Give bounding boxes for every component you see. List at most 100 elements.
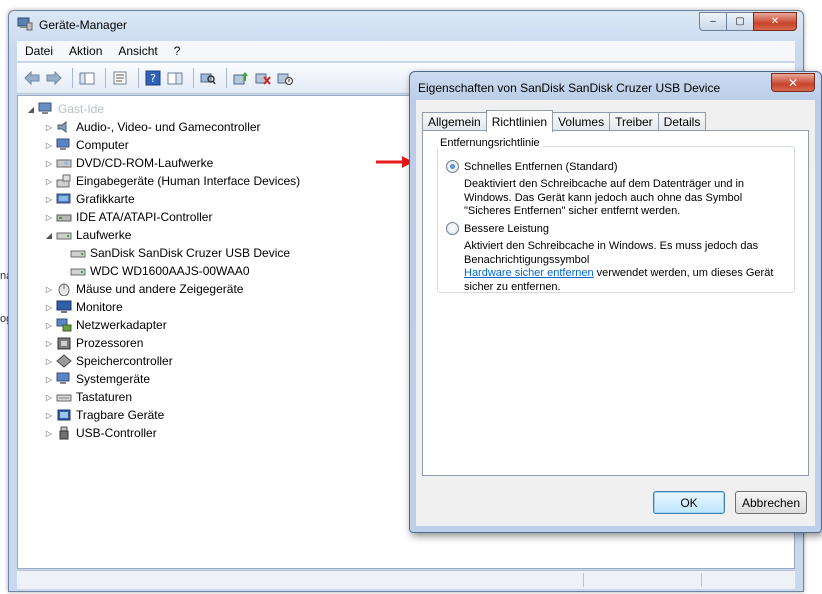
uninstall-button[interactable] [254, 69, 272, 87]
tab-panel-richtlinien: Schnelles Entfernen (Standard) Deaktivie… [422, 130, 809, 476]
tab-treiber[interactable]: Treiber [609, 112, 659, 131]
tree-root[interactable]: ◢ Gast-Ide [26, 100, 104, 118]
expand-arrow-icon[interactable]: ▷ [44, 177, 54, 186]
close-button[interactable]: ✕ [753, 12, 797, 31]
tab-strip: Allgemein Richtlinien Volumes Treiber De… [422, 110, 707, 132]
safely-remove-hardware-link[interactable]: Hardware sicher entfernen [464, 267, 594, 279]
disable-device-icon [277, 73, 293, 85]
console-tree-icon [79, 72, 95, 85]
tree-item-label: Speichercontroller [76, 354, 173, 368]
better-performance-label[interactable]: Bessere Leistung [464, 223, 549, 235]
expand-arrow-icon[interactable]: ▷ [44, 141, 54, 150]
view-button[interactable] [166, 69, 184, 87]
tab-volumes[interactable]: Volumes [552, 112, 611, 131]
quick-removal-radio[interactable] [446, 160, 459, 173]
ok-button[interactable]: OK [653, 491, 725, 514]
expand-arrow-icon[interactable]: ▷ [44, 159, 54, 168]
removal-policy-group: Schnelles Entfernen (Standard) Deaktivie… [437, 146, 795, 293]
update-driver-button[interactable] [232, 69, 250, 87]
tree-category-item[interactable]: ▷ USB-Controller [44, 424, 157, 442]
tree-category-item[interactable]: ▷ Netzwerkadapter [44, 316, 167, 334]
dialog-close-button[interactable]: ✕ [771, 73, 815, 92]
tree-category-item[interactable]: ▷ Grafikkarte [44, 190, 135, 208]
keyboard-icon [56, 394, 72, 402]
expand-arrow-icon[interactable]: ▷ [44, 411, 54, 420]
toolbar-separator [226, 68, 227, 88]
tree-category-item[interactable]: ▷ Systemgeräte [44, 370, 150, 388]
tree-category-item[interactable]: ▷ Eingabegeräte (Human Interface Devices) [44, 172, 300, 190]
tab-allgemein[interactable]: Allgemein [422, 112, 487, 131]
expand-arrow-icon[interactable]: ▷ [44, 393, 54, 402]
expand-arrow-icon[interactable]: ▷ [44, 375, 54, 384]
tree-category-item[interactable]: ▷ Monitore [44, 298, 123, 316]
tab-details[interactable]: Details [657, 112, 707, 131]
maximize-button[interactable]: ▢ [726, 12, 754, 31]
better-performance-option[interactable]: Bessere Leistung [446, 222, 549, 235]
svg-text:?: ? [150, 72, 156, 85]
tree-category-item[interactable]: ▷ Computer [44, 136, 129, 154]
status-separator [701, 573, 702, 587]
monitor-icon [56, 300, 72, 313]
tree-category-item[interactable]: ▷ Tastaturen [44, 388, 132, 406]
quick-removal-option[interactable]: Schnelles Entfernen (Standard) [446, 160, 617, 173]
collapse-arrow-icon[interactable]: ◢ [44, 231, 54, 240]
description-line: Benachrichtigungssymbol [464, 253, 590, 266]
menu-help[interactable]: ? [166, 44, 189, 58]
mouse-icon [58, 283, 70, 296]
ide-controller-icon [56, 214, 72, 222]
menu-aktion[interactable]: Aktion [61, 44, 110, 58]
title-bar[interactable]: Geräte-Manager – ▢ ✕ [9, 11, 803, 39]
tree-item-label: Tragbare Geräte [76, 408, 165, 422]
collapse-arrow-icon[interactable]: ◢ [26, 105, 36, 114]
expand-arrow-icon[interactable]: ▷ [44, 303, 54, 312]
tab-richtlinien[interactable]: Richtlinien [485, 110, 554, 132]
expand-arrow-icon[interactable]: ▷ [44, 285, 54, 294]
expand-arrow-icon[interactable]: ▷ [44, 195, 54, 204]
tree-item-label: SanDisk SanDisk Cruzer USB Device [90, 246, 291, 260]
disk-drive-icon [70, 268, 86, 276]
tree-child-item[interactable]: WDC WD1600AAJS-00WAA0 [70, 262, 250, 280]
tree-category-item[interactable]: ◢ Laufwerke [44, 226, 131, 244]
forward-button[interactable] [45, 69, 63, 87]
tree-category-item[interactable]: ▷ Mäuse und andere Zeigegeräte [44, 280, 243, 298]
properties-button[interactable] [111, 69, 129, 87]
disable-button[interactable] [276, 69, 294, 87]
tree-item-label: Audio-, Video- und Gamecontroller [76, 120, 261, 134]
quick-removal-label[interactable]: Schnelles Entfernen (Standard) [464, 161, 617, 173]
tree-category-item[interactable]: ▷ Audio-, Video- und Gamecontroller [44, 118, 261, 136]
tree-item-label: Systemgeräte [76, 372, 151, 386]
menu-ansicht[interactable]: Ansicht [110, 44, 165, 58]
tree-category-item[interactable]: ▷ DVD/CD-ROM-Laufwerke [44, 154, 213, 172]
expand-arrow-icon[interactable]: ▷ [44, 429, 54, 438]
dvd-drive-icon [56, 159, 72, 168]
forward-arrow-icon [46, 71, 62, 85]
tree-item-label: DVD/CD-ROM-Laufwerke [76, 156, 214, 170]
tree-category-item[interactable]: ▷ IDE ATA/ATAPI-Controller [44, 208, 213, 226]
description-line: Hardware sicher entfernen verwendet werd… [464, 267, 784, 281]
toolbar-separator [72, 68, 73, 88]
better-performance-radio[interactable] [446, 222, 459, 235]
expand-arrow-icon[interactable]: ▷ [44, 213, 54, 222]
expand-arrow-icon[interactable]: ▷ [44, 357, 54, 366]
expand-arrow-icon[interactable]: ▷ [44, 123, 54, 132]
help-icon: ? [145, 70, 161, 86]
description-text: verwendet werden, um dieses Gerät [593, 267, 774, 279]
minimize-button[interactable]: – [699, 12, 727, 31]
show-hide-tree-button[interactable] [78, 69, 96, 87]
storage-controller-icon [56, 354, 72, 368]
disk-drive-icon [56, 232, 72, 240]
menu-datei[interactable]: Datei [17, 44, 61, 58]
description-line: Deaktiviert den Schreibcache auf dem Dat… [464, 178, 745, 190]
expand-arrow-icon[interactable]: ▷ [44, 321, 54, 330]
expand-arrow-icon[interactable]: ▷ [44, 339, 54, 348]
tree-root-label: Gast-Ide [58, 102, 105, 116]
tree-child-item[interactable]: SanDisk SanDisk Cruzer USB Device [70, 244, 290, 262]
back-button[interactable] [23, 69, 41, 87]
tree-category-item[interactable]: ▷ Tragbare Geräte [44, 406, 164, 424]
help-button[interactable]: ? [144, 69, 162, 87]
scan-hardware-button[interactable] [199, 69, 217, 87]
tree-category-item[interactable]: ▷ Speichercontroller [44, 352, 173, 370]
tree-category-item[interactable]: ▷ Prozessoren [44, 334, 143, 352]
cancel-button[interactable]: Abbrechen [735, 491, 807, 514]
description-line: sicher zu entfernen. [464, 280, 561, 293]
